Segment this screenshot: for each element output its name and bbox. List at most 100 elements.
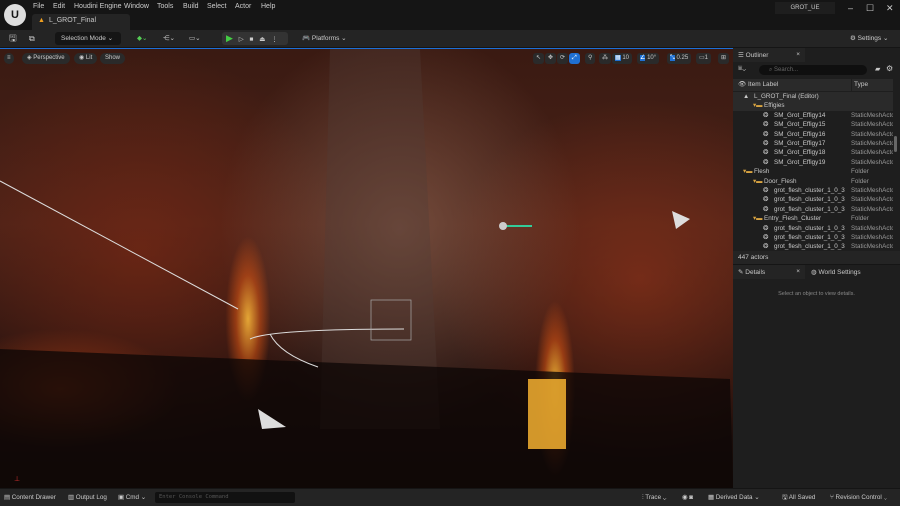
revision-control-dropdown[interactable]: ⑂ Revision Control ⌄: [830, 493, 887, 503]
scale-tool-icon[interactable]: ⤢: [569, 53, 580, 64]
viewport-menu-button[interactable]: ≡: [4, 53, 14, 64]
platforms-icon: 🎮: [302, 35, 311, 42]
menu-window[interactable]: Window: [124, 3, 149, 10]
outliner-row[interactable]: ❂ grot_flesh_cluster_1_0_3 StaticMeshActor: [733, 205, 893, 214]
trace-label: Trace: [645, 494, 662, 501]
outliner-row[interactable]: ❂ grot_flesh_cluster_1_0_3 StaticMeshActor: [733, 186, 893, 195]
level-tab[interactable]: ▲ L_GROT_Final: [32, 14, 130, 30]
row-type: StaticMeshActor: [851, 121, 893, 129]
menu-edit[interactable]: Edit: [53, 3, 65, 10]
column-type[interactable]: Type: [851, 79, 868, 91]
menu-file[interactable]: File: [33, 3, 44, 10]
outliner-row[interactable]: ❂ SM_Grot_Effigy16 StaticMeshActor: [733, 130, 893, 139]
lit-button[interactable]: ◉ Lit: [74, 53, 98, 64]
filter-icon[interactable]: ⩸⌄: [738, 65, 746, 73]
title-bar: U File Edit Houdini Engine Window Tools Build…: [0, 0, 900, 30]
menu-tools[interactable]: Tools: [157, 3, 173, 10]
unreal-logo-icon[interactable]: U: [4, 4, 26, 26]
rotation-snap-value[interactable]: 10°: [647, 55, 656, 61]
derived-data-dropdown[interactable]: ▦ Derived Data ⌄: [708, 493, 759, 503]
world-settings-tab[interactable]: ◍ World Settings: [811, 268, 861, 276]
close-tab-icon[interactable]: ×: [796, 268, 800, 275]
grid-snap-value[interactable]: 10: [622, 55, 629, 61]
scale-snap-icon[interactable]: ⤡: [670, 55, 675, 61]
maximize-button[interactable]: ☐: [866, 3, 874, 14]
rotate-tool-icon[interactable]: ⟳: [557, 53, 569, 64]
trace-dropdown[interactable]: ⫶ Trace ⌄: [642, 493, 666, 503]
console-input[interactable]: Enter Console Command: [155, 492, 295, 503]
settings-icon[interactable]: ⚙: [886, 64, 893, 73]
save-status-icon: 🖫: [782, 494, 788, 501]
cmd-dropdown[interactable]: ▣ Cmd ⌄: [118, 493, 146, 503]
add-actor-icon[interactable]: ◆⌄: [137, 32, 147, 45]
menu-actor[interactable]: Actor: [235, 3, 251, 10]
world-settings-label: World Settings: [818, 269, 861, 276]
selection-mode-dropdown[interactable]: Selection Mode ⌄: [55, 32, 121, 45]
all-saved-label: All Saved: [788, 494, 816, 501]
outliner-row[interactable]: ▾▬ Entry_Flesh_Cluster Folder: [733, 214, 893, 223]
column-item-label[interactable]: Item Label: [748, 79, 778, 91]
all-saved-button[interactable]: 🖫 All Saved: [782, 493, 815, 503]
static-mesh-icon: ❂: [763, 187, 769, 194]
scale-snap-value[interactable]: 0.25: [676, 55, 688, 61]
menu-help[interactable]: Help: [261, 3, 275, 10]
outliner-row[interactable]: ▲ L_GROT_Final (Editor): [733, 92, 893, 102]
outliner-search-input[interactable]: ⌕ Search...: [759, 65, 867, 75]
outliner-row[interactable]: ❂ SM_Grot_Effigy14 StaticMeshActor: [733, 111, 893, 120]
eject-icon[interactable]: ⏏: [259, 36, 265, 43]
record-icon[interactable]: ◉ ◙: [682, 493, 693, 503]
menu-houdini-engine[interactable]: Houdini Engine: [74, 3, 121, 10]
outliner-row[interactable]: ❂ SM_Grot_Effigy19 StaticMeshActor: [733, 158, 893, 167]
perspective-button[interactable]: ◈ Perspective: [22, 53, 70, 64]
platforms-dropdown[interactable]: 🎮 Platforms ⌄: [302, 32, 347, 45]
layout-icon[interactable]: ⊞: [718, 53, 730, 64]
browse-icon[interactable]: ⧉: [29, 32, 35, 45]
cinematics-icon[interactable]: ▭⌄: [189, 32, 201, 45]
outliner-row[interactable]: ❂ SM_Grot_Effigy18 StaticMeshActor: [733, 148, 893, 157]
grid-snap-icon[interactable]: ▦: [615, 55, 621, 61]
outliner-row[interactable]: ❂ grot_flesh_cluster_1_0_3 StaticMeshActor: [733, 195, 893, 204]
play-icon[interactable]: ▶: [226, 33, 233, 43]
blueprint-icon[interactable]: ⋲⌄: [163, 32, 175, 45]
more-icon[interactable]: ⋮: [271, 36, 278, 43]
row-label: grot_flesh_cluster_1_0_3: [774, 224, 845, 232]
actor-icon[interactable]: [499, 222, 507, 230]
static-mesh-icon: ❂: [763, 140, 769, 147]
minimize-button[interactable]: –: [848, 3, 853, 13]
outliner-tab[interactable]: ☰ Outliner ×: [733, 48, 805, 62]
outliner-scrollbar[interactable]: [894, 136, 897, 152]
outliner-row[interactable]: ❂ grot_flesh_cluster_1_0_3 StaticMeshActor: [733, 233, 893, 242]
stop-icon[interactable]: ■: [250, 36, 254, 43]
camera-speed-value[interactable]: 1: [705, 55, 708, 61]
light-icon[interactable]: [672, 211, 690, 229]
add-folder-icon[interactable]: ▰: [875, 65, 880, 73]
level-viewport[interactable]: ⊥ ≡ ◈ Perspective ◉ Lit Show ↖ ✥ ⟳ ⤢ ⚲ ⁂…: [0, 48, 733, 488]
world-local-icon[interactable]: ⚲: [585, 53, 596, 64]
visibility-icon[interactable]: 👁: [738, 79, 746, 91]
outliner-row[interactable]: ❂ SM_Grot_Effigy15 StaticMeshActor: [733, 120, 893, 129]
surface-snap-icon[interactable]: ⁂: [599, 53, 611, 64]
details-tab[interactable]: ✎ Details ×: [733, 265, 805, 279]
translate-tool-icon[interactable]: ✥: [545, 53, 557, 64]
outliner-row[interactable]: ❂ SM_Grot_Effigy17 StaticMeshActor: [733, 139, 893, 148]
row-type: StaticMeshActor: [851, 158, 893, 166]
select-tool-icon[interactable]: ↖: [533, 53, 545, 64]
close-tab-icon[interactable]: ×: [796, 51, 800, 58]
menu-select[interactable]: Select: [207, 3, 226, 10]
show-button[interactable]: Show: [100, 53, 126, 64]
play-controls: ▶ ▷ ■ ⏏ ⋮: [222, 32, 288, 45]
step-icon[interactable]: ▷: [239, 36, 244, 43]
outliner-row[interactable]: ▾▬ Door_Flesh Folder: [733, 177, 893, 186]
content-drawer-button[interactable]: ▤ Content Drawer: [4, 493, 56, 503]
row-label: SM_Grot_Effigy16: [774, 130, 826, 138]
output-log-button[interactable]: ▥ Output Log: [68, 493, 107, 503]
outliner-row[interactable]: ❂ grot_flesh_cluster_1_0_3 StaticMeshActor: [733, 224, 893, 233]
settings-dropdown[interactable]: ⚙ Settings ⌄: [850, 32, 888, 45]
outliner-row[interactable]: ▾▬ Flesh Folder: [733, 167, 893, 176]
outliner-title: Outliner: [745, 52, 769, 59]
menu-build[interactable]: Build: [183, 3, 199, 10]
close-button[interactable]: ✕: [886, 3, 894, 14]
save-icon[interactable]: 🖫: [9, 32, 17, 45]
rotation-snap-icon[interactable]: ∠: [640, 55, 646, 61]
outliner-row[interactable]: ▾▬ Effigies: [733, 101, 893, 111]
